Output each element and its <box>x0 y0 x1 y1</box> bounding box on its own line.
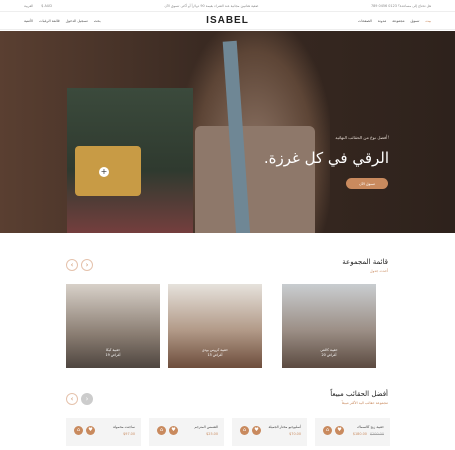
collection-card-count: 15 أغراض <box>207 353 223 357</box>
shop-now-button[interactable]: تسوق الآن <box>346 178 388 189</box>
product-actions: ⌂ ♥ <box>74 426 95 435</box>
bestsellers-subtitle: مجموعة حقائب اليد الأكثر مبيعاً <box>341 401 388 405</box>
bestsellers-prev-button[interactable]: ‹ <box>66 393 78 405</box>
hero-product-image: + <box>67 88 193 233</box>
collection-prev-button[interactable]: ‹ <box>66 259 78 271</box>
heart-icon[interactable]: ♥ <box>169 426 178 435</box>
collection-subtitle[interactable]: أحدث جدول <box>370 269 388 273</box>
hero-banner: + أفضل نوع من الحقائب النهائية! الرقي في… <box>0 31 455 233</box>
product-actions: ⌂ ♥ <box>157 426 178 435</box>
nav-pages[interactable]: الصفحات <box>358 19 372 23</box>
product-price: $25.00 <box>206 432 218 436</box>
product-card[interactable]: ⌂ ♥ حقيبة زيج كالسماك $180.00 $200.00 <box>315 418 390 446</box>
cart-icon[interactable]: ⌂ <box>240 426 249 435</box>
product-price-current: $180.00 <box>352 432 367 436</box>
nav-shop[interactable]: تسوق <box>411 19 420 23</box>
currency-select[interactable]: $ AUD <box>41 4 52 8</box>
hero-eyebrow: أفضل نوع من الحقائب النهائية! <box>335 135 389 140</box>
product-title[interactable]: حقيبة زيج كالسماك <box>357 425 384 429</box>
product-price: $180.00 $200.00 <box>353 432 384 436</box>
header-actions: الأمنية قائمة الرغبات تسجيل الدخول بحث <box>24 19 101 23</box>
nav-collection[interactable]: مجموعة <box>392 19 404 23</box>
product-actions: ⌂ ♥ <box>323 426 344 435</box>
help-contact: هل تحتاج إلى مساعدة؟ 0123 0456 789 <box>370 3 431 8</box>
product-price-old: $200.00 <box>369 432 384 436</box>
nav-home[interactable]: بيت <box>425 19 431 23</box>
bestsellers-title: أفضل الحقائب مبيعاً <box>330 390 388 398</box>
hotspot-plus-icon[interactable]: + <box>99 167 109 177</box>
cart-icon[interactable]: ⌂ <box>74 426 83 435</box>
cart-icon[interactable]: ⌂ <box>157 426 166 435</box>
product-card[interactable]: ⌂ ♥ الشمس المترجم $25.00 <box>149 418 224 446</box>
product-card[interactable]: ⌂ ♥ ساجنت محمولة $97.00 <box>66 418 141 446</box>
collection-card-caption: حقيبة كالنتي 20 أغراض <box>282 348 376 358</box>
bestsellers-next-button[interactable]: › <box>81 393 93 405</box>
product-price: $97.00 <box>123 432 135 436</box>
product-title[interactable]: ساجنت محمولة <box>113 425 135 429</box>
cart-icon[interactable]: ⌂ <box>323 426 332 435</box>
hero-headline: الرقي في كل غرزة. <box>263 149 389 167</box>
search-link[interactable]: بحث <box>94 19 101 23</box>
heart-icon[interactable]: ♥ <box>86 426 95 435</box>
product-title[interactable]: أسليوجيو مختار الجميلة <box>269 425 302 429</box>
collection-card-caption: حقيبة كيكا 19 أغراض <box>66 348 160 358</box>
wishlist-link-2[interactable]: قائمة الرغبات <box>39 19 59 23</box>
hero-bag-image <box>195 126 315 233</box>
wishlist-link[interactable]: الأمنية <box>24 19 33 23</box>
collection-card-count: 19 أغراض <box>105 353 121 357</box>
login-link[interactable]: تسجيل الدخول <box>66 19 88 23</box>
language-select[interactable]: العربية <box>24 4 33 8</box>
product-title[interactable]: الشمس المترجم <box>194 425 218 429</box>
product-card[interactable]: ⌂ ♥ أسليوجيو مختار الجميلة $70.00 <box>232 418 307 446</box>
heart-icon[interactable]: ♥ <box>335 426 344 435</box>
promo-text: ضعية هنانيبن مجانية عند الشراء بقيمة 90 … <box>164 3 259 8</box>
top-bar: العربية $ AUD ضعية هنانيبن مجانية عند ال… <box>0 0 455 11</box>
collection-card[interactable]: حقيبة كالنتي 20 أغراض <box>282 284 376 368</box>
main-nav: الصفحات مدونة مجموعة تسوق بيت <box>358 19 431 23</box>
product-actions: ⌂ ♥ <box>240 426 261 435</box>
collection-next-button[interactable]: › <box>81 259 93 271</box>
collection-card-count: 20 أغراض <box>321 353 337 357</box>
nav-blog[interactable]: مدونة <box>378 19 386 23</box>
collection-title: قائمة المجموعة <box>342 258 388 266</box>
collection-card[interactable]: حقيبة كيكا 19 أغراض <box>66 284 160 368</box>
heart-icon[interactable]: ♥ <box>252 426 261 435</box>
main-header: الأمنية قائمة الرغبات تسجيل الدخول بحث I… <box>0 11 455 30</box>
product-price: $70.00 <box>289 432 301 436</box>
collection-card[interactable]: حقيبة كروس بودي 15 أغراض <box>168 284 262 368</box>
site-logo[interactable]: ISABEL <box>206 15 249 26</box>
collection-card-caption: حقيبة كروس بودي 15 أغراض <box>168 348 262 358</box>
